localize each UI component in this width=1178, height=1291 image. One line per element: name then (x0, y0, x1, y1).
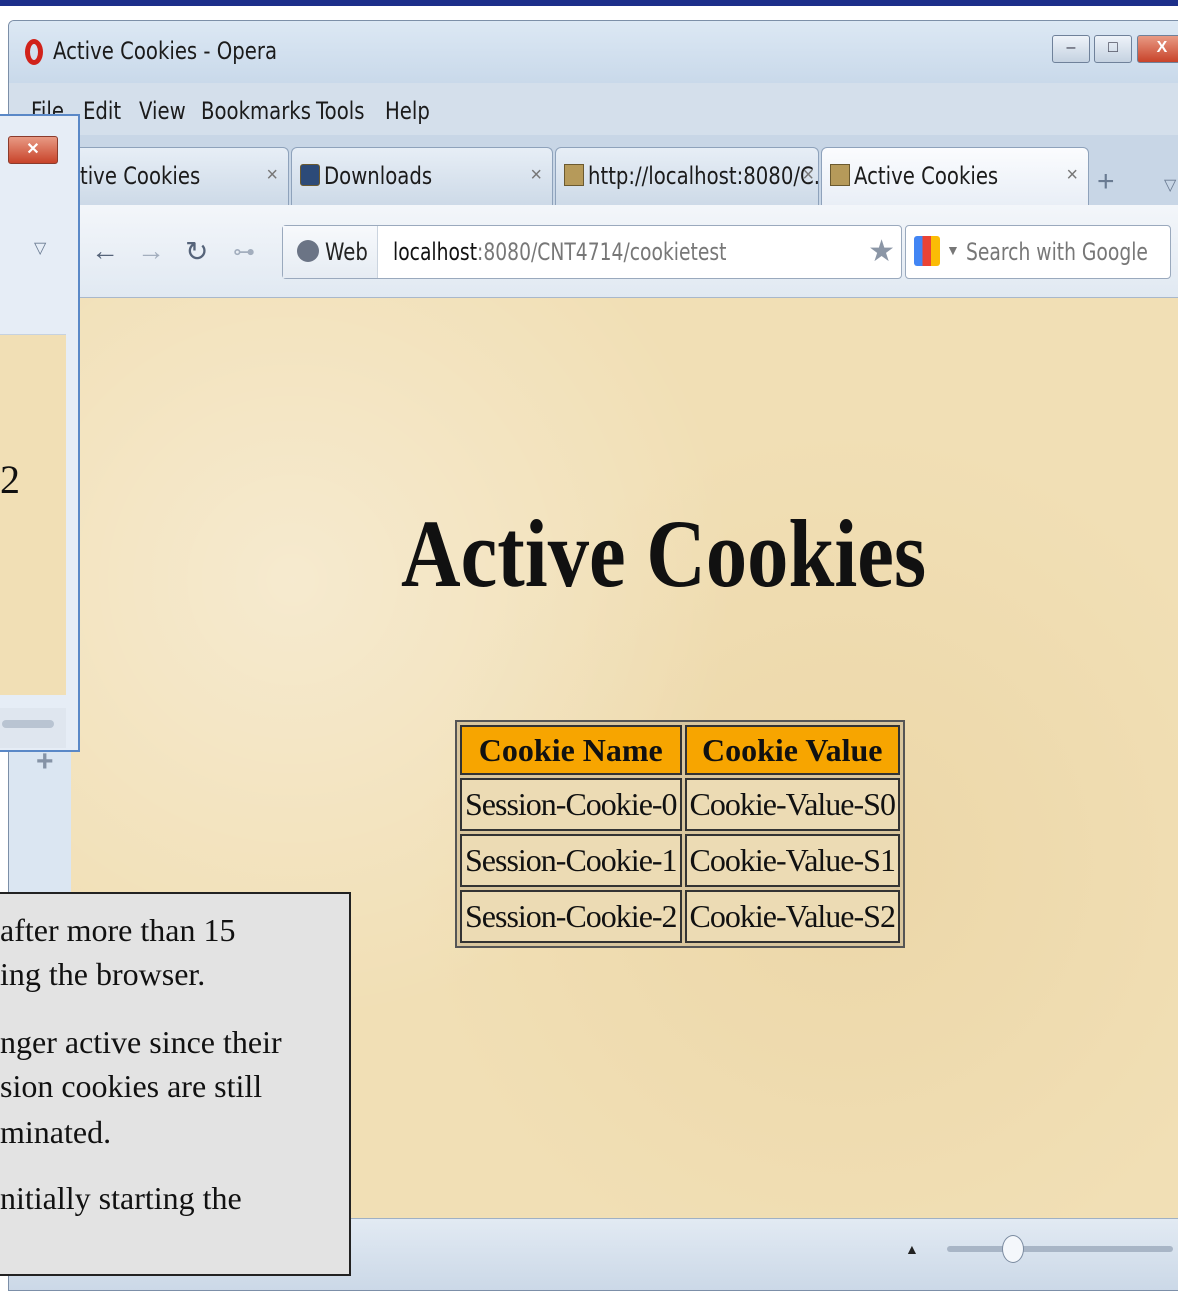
back-window-scrollbar[interactable] (0, 708, 66, 748)
top-border-strip (0, 0, 1178, 6)
address-bar[interactable]: Web localhost:8080/CNT4714/cookietest ★ (282, 225, 902, 279)
tab-close-icon[interactable]: × (1066, 164, 1078, 187)
forward-arrow-icon[interactable]: → (137, 235, 165, 267)
column-header: Cookie Name (460, 725, 682, 775)
back-window-close-button[interactable]: ✕ (8, 136, 58, 164)
search-field[interactable]: ▼ Search with Google (905, 225, 1171, 279)
cookie-name-cell: Session-Cookie-0 (460, 778, 682, 831)
page-favicon-icon (830, 164, 850, 186)
navigation-toolbar: ← → ↻ ⊶ Web localhost:8080/CNT4714/cooki… (9, 205, 1178, 298)
maximize-button[interactable]: □ (1094, 35, 1132, 63)
url-path: :8080/CNT4714/cookietest (477, 238, 727, 266)
table-row: Session-Cookie-0 Cookie-Value-S0 (460, 778, 900, 831)
cookie-value-cell: Cookie-Value-S1 (684, 834, 900, 887)
panel-add-icon[interactable]: + (36, 745, 54, 779)
menu-bookmarks[interactable]: Bookmarks (201, 97, 311, 125)
tab-close-icon[interactable]: × (266, 164, 278, 187)
note-line: sion cookies are still (0, 1068, 263, 1104)
menu-bar: File Edit View Bookmarks Tools Help (9, 83, 1178, 135)
zoom-slider-handle[interactable] (1002, 1235, 1024, 1263)
note-line: after more than 15 (0, 912, 236, 948)
url-text[interactable]: localhost:8080/CNT4714/cookietest (393, 238, 726, 266)
new-tab-plus-icon[interactable]: + (1097, 165, 1115, 199)
back-arrow-icon[interactable]: ← (91, 235, 119, 267)
tab-label: Downloads (324, 162, 433, 190)
google-icon[interactable] (914, 236, 940, 266)
cookie-value-cell: Cookie-Value-S0 (684, 778, 900, 831)
table-row: Session-Cookie-2 Cookie-Value-S2 (460, 890, 900, 943)
url-host: localhost (393, 238, 478, 266)
window-title: Active Cookies - Opera (53, 37, 278, 65)
bookmark-star-icon[interactable]: ★ (868, 234, 895, 269)
table-row: Session-Cookie-1 Cookie-Value-S1 (460, 834, 900, 887)
annotation-note-box: after more than 15 ing the browser. nger… (0, 892, 351, 1276)
tab-list-chevron-icon[interactable]: ▽ (1164, 175, 1176, 195)
minimize-button[interactable]: – (1052, 35, 1090, 63)
zoom-slider[interactable] (947, 1246, 1173, 1252)
web-badge[interactable]: Web (283, 226, 378, 278)
tab-label: Active Cookies (854, 162, 999, 190)
note-line: ing the browser. (0, 956, 206, 992)
note-line: nger active since their (0, 1024, 282, 1060)
scrollbar-thumb[interactable] (2, 720, 54, 728)
table-header-row: Cookie Name Cookie Value (460, 725, 900, 775)
tab-active-cookies-2[interactable]: Active Cookies × (821, 147, 1089, 207)
title-bar[interactable]: Active Cookies - Opera – □ X (9, 21, 1178, 83)
cookie-table: Cookie Name Cookie Value Session-Cookie-… (455, 720, 905, 948)
key-icon[interactable]: ⊶ (233, 239, 255, 265)
reload-icon[interactable]: ↻ (185, 235, 208, 268)
opera-logo-icon (25, 39, 43, 65)
web-label: Web (325, 238, 368, 266)
tab-label: http://localhost:8080/C... (588, 162, 833, 190)
close-window-button[interactable]: X (1137, 35, 1178, 63)
page-title: Active Cookies (401, 500, 927, 607)
downloads-icon (300, 164, 320, 186)
tab-close-icon[interactable]: × (802, 164, 814, 187)
tab-localhost[interactable]: http://localhost:8080/C... × (555, 147, 832, 207)
tab-downloads[interactable]: Downloads × (291, 147, 553, 207)
tab-bar: tive Cookies × Downloads × http://localh… (9, 135, 1178, 207)
tab-close-icon[interactable]: × (530, 164, 542, 187)
menu-tools[interactable]: Tools (316, 97, 364, 125)
cookie-name-cell: Session-Cookie-1 (460, 834, 682, 887)
back-window-dropdown-icon[interactable]: ▽ (34, 238, 46, 258)
back-window-partial-text: 2 (0, 457, 20, 502)
search-placeholder: Search with Google (966, 238, 1148, 266)
note-line: nitially starting the (0, 1180, 242, 1216)
search-engine-dropdown-icon[interactable]: ▼ (946, 242, 960, 258)
note-line: minated. (0, 1114, 112, 1150)
cookie-value-cell: Cookie-Value-S2 (684, 890, 900, 943)
menu-help[interactable]: Help (385, 97, 430, 125)
web-globe-icon (297, 240, 319, 262)
menu-edit[interactable]: Edit (83, 97, 121, 125)
cookie-name-cell: Session-Cookie-2 (460, 890, 682, 943)
page-favicon-icon (564, 164, 584, 186)
menu-view[interactable]: View (139, 97, 186, 125)
column-header: Cookie Value (684, 725, 900, 775)
background-browser-window[interactable]: ✕ ▽ 2 (0, 114, 80, 752)
tab-active-cookies-1[interactable]: tive Cookies × (49, 147, 289, 207)
tab-label: tive Cookies (80, 162, 201, 190)
zoom-up-arrow-icon[interactable]: ▲ (905, 1241, 919, 1257)
back-window-content (0, 334, 66, 695)
